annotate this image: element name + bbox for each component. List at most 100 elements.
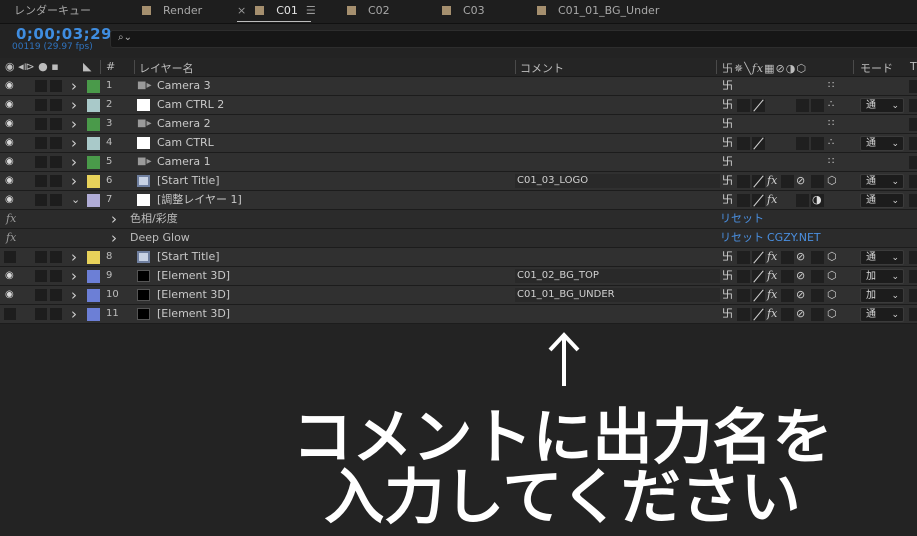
frame-blend-switch[interactable] xyxy=(781,289,794,302)
shy-switch-icon[interactable]: 卐 xyxy=(722,134,733,152)
solo-toggle[interactable] xyxy=(50,270,62,282)
motion-blur-switch-icon[interactable]: ⊘ xyxy=(796,172,805,190)
solo-toggle[interactable] xyxy=(50,156,62,168)
effect-switch-icon[interactable]: fx xyxy=(767,172,777,190)
motion-blur-switch[interactable] xyxy=(811,99,824,112)
track-matte-toggle[interactable] xyxy=(909,289,917,302)
effect-switch-icon[interactable]: fx xyxy=(767,286,777,304)
label-color-swatch[interactable] xyxy=(87,80,100,93)
twirl-chevron-icon[interactable]: › xyxy=(71,153,77,171)
shy-switch-icon[interactable]: 卐 xyxy=(722,153,733,171)
collapse-switch[interactable] xyxy=(737,308,750,321)
collapse-switch[interactable] xyxy=(737,99,750,112)
layer-comment-field[interactable]: C01_03_LOGO xyxy=(515,174,720,188)
layer-row[interactable]: ◉ › 10 [Element 3D] C01_01_BG_UNDER 卐 fx ⊘ ⬡ 加 ⌄ xyxy=(0,286,917,305)
audio-toggle[interactable] xyxy=(35,156,47,168)
track-matte-toggle[interactable] xyxy=(909,308,917,321)
layer-name[interactable]: [Start Title] xyxy=(157,172,220,190)
effect-switch-icon[interactable]: fx xyxy=(767,191,777,209)
track-matte-toggle[interactable] xyxy=(909,99,917,112)
column-divider[interactable] xyxy=(134,60,135,74)
solo-toggle[interactable] xyxy=(50,118,62,130)
quality-switch-icon[interactable] xyxy=(752,289,765,302)
adjustment-layer-icon[interactable]: ◑ xyxy=(812,191,822,209)
audio-toggle[interactable] xyxy=(35,99,47,111)
quality-switch-icon[interactable] xyxy=(752,99,765,112)
layer-row[interactable]: › 11 [Element 3D] 卐 fx ⊘ ⬡ 通 ⌄ xyxy=(0,305,917,324)
layer-comment-field[interactable] xyxy=(515,193,720,207)
quality-switch-icon[interactable] xyxy=(752,308,765,321)
twirl-chevron-icon[interactable]: › xyxy=(111,229,117,247)
quality-switch-icon[interactable] xyxy=(752,251,765,264)
column-divider[interactable] xyxy=(853,60,854,74)
layer-name[interactable]: Camera 2 xyxy=(157,115,211,133)
label-color-swatch[interactable] xyxy=(87,194,100,207)
blend-mode-dropdown[interactable]: 通 ⌄ xyxy=(860,136,904,151)
visibility-eye-icon[interactable]: ◉ xyxy=(5,77,18,95)
3d-layer-icon[interactable]: ⬡ xyxy=(827,248,837,266)
3d-layer-icon[interactable]: ⬡ xyxy=(827,305,837,323)
track-matte-toggle[interactable] xyxy=(909,194,917,207)
tab-c01[interactable]: × C01 ☰ xyxy=(237,0,316,24)
twirl-chevron-icon[interactable]: › xyxy=(71,172,77,190)
audio-toggle[interactable] xyxy=(35,308,47,320)
visibility-eye-icon[interactable]: ◉ xyxy=(5,191,18,209)
current-time-display[interactable]: 0;00;03;29 xyxy=(16,25,112,43)
label-color-swatch[interactable] xyxy=(87,137,100,150)
3d-layer-icon[interactable]: ⬡ xyxy=(827,172,837,190)
blend-mode-dropdown[interactable]: 通 ⌄ xyxy=(860,307,904,322)
label-color-swatch[interactable] xyxy=(87,270,100,283)
solo-toggle[interactable] xyxy=(50,289,62,301)
frame-blend-switch[interactable] xyxy=(781,251,794,264)
shy-switch-icon[interactable]: 卐 xyxy=(722,115,733,133)
layer-search-input[interactable]: ⌕⌄ xyxy=(110,30,917,48)
blend-mode-dropdown[interactable]: 通 ⌄ xyxy=(860,250,904,265)
solo-toggle[interactable] xyxy=(50,175,62,187)
layer-comment-field[interactable] xyxy=(515,307,720,321)
motion-blur-switch-icon[interactable]: ⊘ xyxy=(796,267,805,285)
collapse-switch[interactable] xyxy=(737,270,750,283)
motion-blur-switch-icon[interactable]: ⊘ xyxy=(796,305,805,323)
shy-switch-icon[interactable]: 卐 xyxy=(722,286,733,304)
layer-comment-field[interactable] xyxy=(515,155,720,169)
layer-comment-field[interactable] xyxy=(515,250,720,264)
shy-switch-icon[interactable]: 卐 xyxy=(722,305,733,323)
audio-toggle[interactable] xyxy=(35,194,47,206)
frame-blend-switch[interactable] xyxy=(781,175,794,188)
motion-blur-switch[interactable] xyxy=(811,308,824,321)
collapse-switch[interactable] xyxy=(737,251,750,264)
visibility-eye-icon[interactable]: ◉ xyxy=(5,267,18,285)
label-color-swatch[interactable] xyxy=(87,251,100,264)
layer-row[interactable]: ◉ › 6 [Start Title] C01_03_LOGO 卐 fx ⊘ ⬡ 通 ⌄ xyxy=(0,172,917,191)
layer-name[interactable]: Cam CTRL 2 xyxy=(157,96,224,114)
blend-mode-dropdown[interactable]: 通 ⌄ xyxy=(860,174,904,189)
audio-toggle[interactable] xyxy=(35,289,47,301)
solo-toggle[interactable] xyxy=(50,80,62,92)
layer-row[interactable]: ◉ › 5 ■▸ Camera 1 卐 ∷ xyxy=(0,153,917,172)
layer-name[interactable]: [Element 3D] xyxy=(157,305,230,323)
motion-blur-switch[interactable] xyxy=(811,289,824,302)
audio-toggle[interactable] xyxy=(35,270,47,282)
label-color-swatch[interactable] xyxy=(87,289,100,302)
layer-row[interactable]: ◉ › 2 Cam CTRL 2 卐 ∴ 通 ⌄ xyxy=(0,96,917,115)
track-matte-toggle[interactable] xyxy=(909,175,917,188)
column-divider[interactable] xyxy=(100,60,101,74)
effect-vendor-link[interactable]: CGZY.NET xyxy=(767,229,821,247)
frame-blend-switch[interactable] xyxy=(796,194,809,207)
motion-blur-switch[interactable] xyxy=(811,175,824,188)
visibility-eye-icon[interactable]: ◉ xyxy=(5,115,18,133)
tab-menu-icon[interactable]: ☰ xyxy=(306,4,316,17)
layer-comment-field[interactable] xyxy=(515,136,720,150)
quality-switch-icon[interactable] xyxy=(752,270,765,283)
motion-blur-switch-icon[interactable]: ⊘ xyxy=(796,286,805,304)
blend-mode-dropdown[interactable]: 通 ⌄ xyxy=(860,193,904,208)
audio-toggle[interactable] xyxy=(35,137,47,149)
comment-column-header[interactable]: コメント xyxy=(520,60,564,76)
twirl-chevron-icon[interactable]: › xyxy=(71,77,77,95)
collapse-switch[interactable] xyxy=(737,175,750,188)
3d-layer-icon[interactable]: ⬡ xyxy=(827,286,837,304)
tab-c03[interactable]: C03 xyxy=(442,0,485,24)
blend-mode-dropdown[interactable]: 加 ⌄ xyxy=(860,269,904,284)
frame-blend-switch[interactable] xyxy=(796,137,809,150)
reset-link[interactable]: リセット xyxy=(720,210,764,228)
